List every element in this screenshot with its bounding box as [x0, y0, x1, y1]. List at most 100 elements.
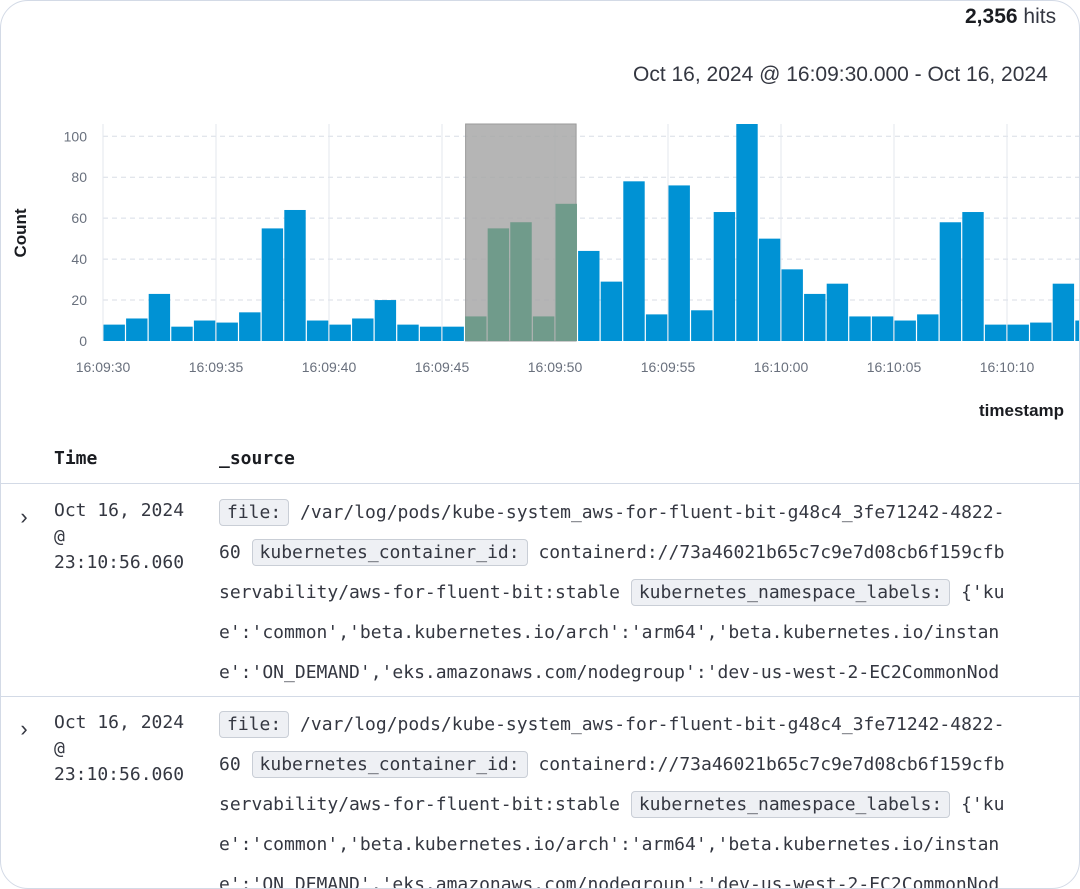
row-timestamp-part: @ [54, 526, 65, 547]
x-tick-label: 16:09:40 [302, 359, 357, 375]
field-value: e':'common','beta.kubernetes.io/arch':'a… [219, 622, 1000, 643]
field-value: 60 [219, 542, 252, 563]
histogram-bar [374, 300, 397, 341]
histogram-bar [193, 320, 216, 341]
histogram-bar [849, 316, 871, 341]
y-tick-label: 20 [71, 292, 87, 308]
histogram-bar [917, 314, 939, 341]
hits-count: 2,356 [965, 5, 1018, 28]
time-range-label: Oct 16, 2024 @ 16:09:30.000 - Oct 16, 20… [633, 63, 1048, 86]
x-tick-label: 16:09:35 [189, 359, 244, 375]
histogram-bar [962, 212, 984, 341]
field-key-badge[interactable]: kubernetes_namespace_labels: [630, 791, 951, 818]
x-tick-label: 16:09:55 [641, 359, 696, 375]
field-value: e':'ON_DEMAND','eks.amazonaws.com/nodegr… [219, 874, 1000, 889]
field-value: containerd://73a46021b65c7c9e7d08cb6f159… [527, 754, 1005, 775]
field-value: 60 [219, 754, 252, 775]
histogram-bar [442, 326, 464, 341]
source-line: 60 kubernetes_container_id: containerd:/… [219, 537, 1079, 577]
histogram-bar [397, 324, 419, 341]
histogram-bar [691, 310, 713, 341]
histogram-bar [758, 238, 781, 341]
histogram-bar [216, 322, 238, 341]
x-tick-label: 16:09:50 [528, 359, 583, 375]
histogram-bar [284, 209, 306, 341]
histogram-bar [1075, 320, 1079, 341]
expand-row-chevron-icon[interactable]: › [13, 506, 35, 528]
column-header-time[interactable]: Time [54, 448, 97, 469]
field-key-badge[interactable]: file: [219, 499, 290, 526]
field-value: {'ku [950, 794, 1005, 815]
source-line: e':'common','beta.kubernetes.io/arch':'a… [219, 829, 1079, 869]
source-line: e':'ON_DEMAND','eks.amazonaws.com/nodegr… [219, 869, 1079, 889]
table-row[interactable]: › Oct 16, 2024 @23:10:56.060 file: /var/log… [1, 484, 1079, 697]
source-line: file: /var/log/pods/kube-system_aws-for-… [219, 709, 1079, 749]
field-value: /var/log/pods/kube-system_aws-for-fluent… [289, 714, 1005, 735]
row-source: file: /var/log/pods/kube-system_aws-for-… [219, 709, 1079, 889]
column-header-source[interactable]: _source [219, 448, 295, 469]
histogram-bar [1030, 322, 1052, 341]
row-source: file: /var/log/pods/kube-system_aws-for-… [219, 497, 1079, 697]
hits-label: hits [1023, 5, 1057, 28]
row-timestamp: Oct 16, 2024 @23:10:56.060 [54, 498, 184, 576]
field-key-badge[interactable]: file: [219, 711, 290, 738]
row-timestamp: Oct 16, 2024 @23:10:56.060 [54, 710, 184, 788]
field-key-badge[interactable]: kubernetes_container_id: [251, 751, 528, 778]
histogram-bar [645, 314, 668, 341]
y-tick-label: 0 [79, 333, 87, 349]
x-tick-label: 16:09:45 [415, 359, 470, 375]
source-line: 60 kubernetes_container_id: containerd:/… [219, 749, 1079, 789]
histogram-bar [894, 320, 916, 341]
source-line: servability/aws-for-fluent-bit:stable ku… [219, 577, 1079, 617]
histogram-bar [126, 318, 148, 341]
x-tick-label: 16:09:30 [76, 359, 131, 375]
field-value: containerd://73a46021b65c7c9e7d08cb6f159… [527, 542, 1005, 563]
histogram-bar [984, 324, 1007, 341]
field-value: e':'ON_DEMAND','eks.amazonaws.com/nodegr… [219, 662, 1000, 683]
row-timestamp-part: Oct 16, 2024 [54, 712, 185, 733]
histogram-bar [1007, 324, 1029, 341]
row-timestamp-part: 23:10:56.060 [54, 552, 185, 573]
row-timestamp-part: Oct 16, 2024 [54, 500, 185, 521]
source-line: servability/aws-for-fluent-bit:stable ku… [219, 789, 1079, 829]
source-line: e':'common','beta.kubernetes.io/arch':'a… [219, 617, 1079, 657]
histogram-bar [103, 324, 125, 341]
hits-counter: 2,356 hits [965, 5, 1056, 29]
histogram-bar-selected [465, 316, 487, 341]
histogram-chart[interactable]: 0 20 40 60 80 100 16:09:30 16:09:35 16:09:40 16:0… [1, 111, 1080, 391]
histogram-bar [871, 316, 894, 341]
y-tick-label: 40 [71, 251, 87, 267]
field-key-badge[interactable]: kubernetes_namespace_labels: [630, 579, 951, 606]
histogram-bar [261, 228, 284, 341]
histogram-bar [171, 326, 193, 341]
row-timestamp-part: 23:10:56.060 [54, 764, 185, 785]
histogram-bar-selected [487, 228, 510, 341]
discover-panel: 2,356 hits Oct 16, 2024 @ 16:09:30.000 -… [0, 0, 1080, 889]
histogram-bar [668, 185, 690, 341]
field-key-badge[interactable]: kubernetes_container_id: [251, 539, 528, 566]
table-row[interactable]: › Oct 16, 2024 @23:10:56.060 file: /var/log… [1, 696, 1079, 889]
histogram-bar [781, 269, 803, 341]
histogram-bar [939, 222, 962, 341]
y-tick-label: 80 [71, 169, 87, 185]
histogram-bar [600, 281, 623, 341]
histogram-bar [826, 283, 849, 341]
x-tick-label: 16:10:10 [980, 359, 1035, 375]
histogram-bar [1052, 283, 1075, 341]
histogram-bar [623, 181, 645, 341]
x-tick-label: 16:10:05 [867, 359, 922, 375]
field-value: e':'common','beta.kubernetes.io/arch':'a… [219, 834, 1000, 855]
field-value: /var/log/pods/kube-system_aws-for-fluent… [289, 502, 1005, 523]
x-tick-label: 16:10:00 [754, 359, 809, 375]
field-value: servability/aws-for-fluent-bit:stable [219, 582, 631, 603]
field-value: servability/aws-for-fluent-bit:stable [219, 794, 631, 815]
histogram-bar [804, 293, 826, 341]
histogram-bar [329, 324, 351, 341]
histogram-bar [306, 320, 329, 341]
y-axis-title: Count [11, 208, 30, 257]
expand-row-chevron-icon[interactable]: › [13, 718, 35, 740]
field-value: {'ku [950, 582, 1005, 603]
histogram-bar [713, 212, 736, 341]
histogram-bar [239, 312, 261, 341]
histogram-bar-selected [510, 222, 532, 341]
